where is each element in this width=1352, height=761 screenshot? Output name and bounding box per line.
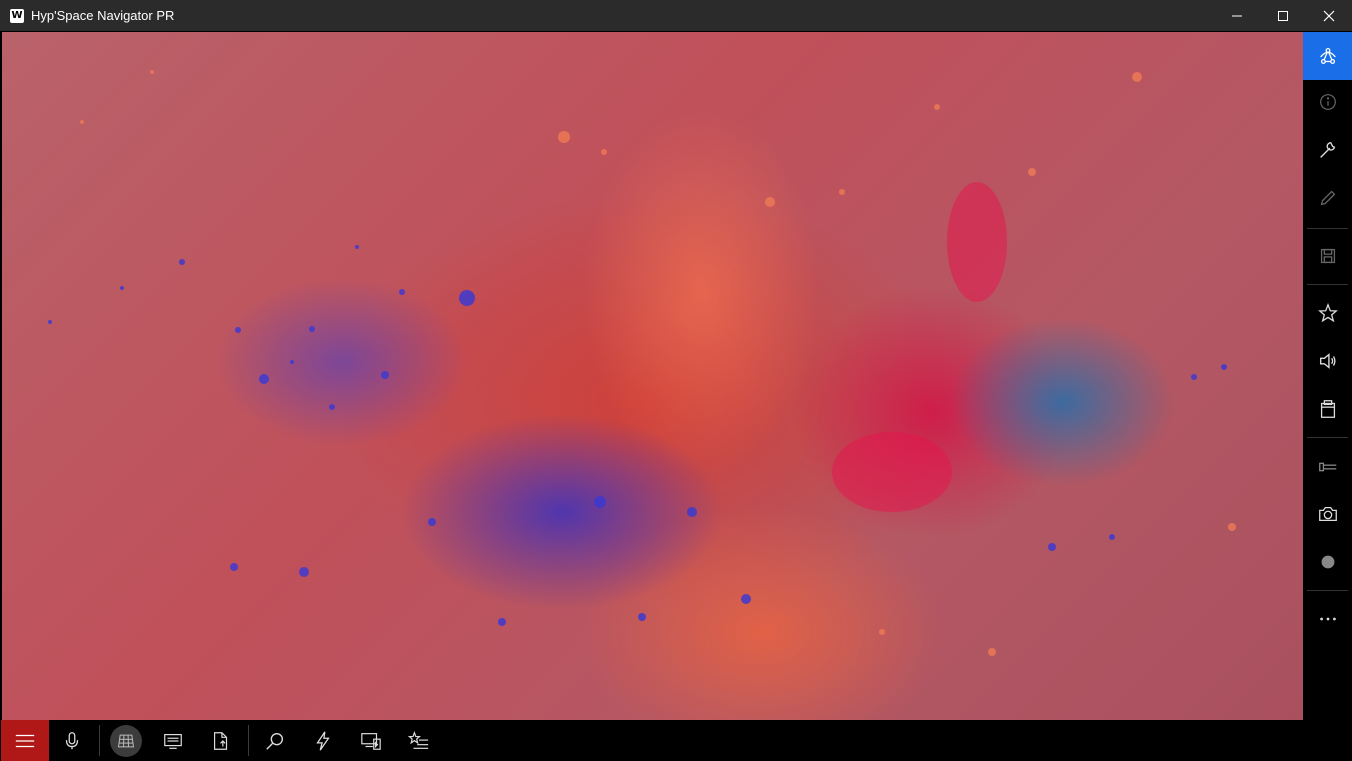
microphone-button[interactable] — [48, 720, 96, 761]
toolbar-separator — [248, 725, 249, 756]
sidebar-separator — [1307, 437, 1348, 438]
wrench-button[interactable] — [1303, 126, 1352, 174]
info-button[interactable] — [1303, 78, 1352, 126]
maximize-button[interactable] — [1260, 0, 1306, 31]
favorites-list-icon — [408, 730, 429, 749]
bottom-toolbar — [0, 720, 1352, 761]
toolbar-separator — [99, 725, 100, 756]
devices-button[interactable] — [347, 720, 395, 761]
minimize-button[interactable] — [1214, 0, 1260, 31]
search-button[interactable] — [251, 720, 299, 761]
hamburger-menu-icon — [15, 734, 35, 747]
window-title: Hyp'Space Navigator PR — [31, 8, 175, 23]
record-button[interactable] — [1303, 538, 1352, 586]
record-icon — [1321, 555, 1334, 569]
close-icon — [1323, 10, 1335, 21]
volume-icon — [1319, 353, 1336, 369]
lightning-button[interactable] — [299, 720, 347, 761]
app-logo: W — [10, 8, 24, 23]
powder-explosion-image — [48, 70, 1236, 656]
title-bar: W Hyp'Space Navigator PR — [0, 0, 1352, 31]
keyboard-icon — [164, 733, 182, 749]
favorites-list-button[interactable] — [395, 720, 443, 761]
network-button[interactable] — [1303, 32, 1352, 80]
remote-desktop-canvas[interactable] — [2, 32, 1303, 720]
clipboard-button[interactable] — [1303, 385, 1352, 433]
devices-icon — [361, 732, 381, 750]
more-button[interactable] — [1303, 595, 1352, 643]
more-icon — [1319, 617, 1336, 621]
clipboard-icon — [1320, 400, 1335, 418]
close-button[interactable] — [1306, 0, 1352, 31]
volume-button[interactable] — [1303, 337, 1352, 385]
slider-icon — [1318, 462, 1336, 472]
wrench-icon — [1319, 141, 1335, 158]
favorite-button[interactable] — [1303, 289, 1352, 337]
sidebar-separator — [1307, 590, 1348, 591]
star-icon — [1317, 302, 1338, 323]
search-icon — [266, 732, 284, 750]
grid-icon — [117, 734, 135, 747]
window-controls — [1214, 0, 1352, 31]
pencil-icon — [1320, 190, 1335, 206]
lightning-icon — [316, 730, 330, 751]
slider-button[interactable] — [1303, 443, 1352, 491]
share-file-button[interactable] — [197, 720, 245, 761]
screenshot-button[interactable] — [1303, 490, 1352, 538]
sidebar-separator — [1307, 284, 1348, 285]
keyboard-button[interactable] — [149, 720, 197, 761]
microphone-icon — [65, 731, 79, 749]
pencil-button[interactable] — [1303, 174, 1352, 222]
minimize-icon — [1232, 15, 1242, 16]
grid-button[interactable] — [102, 720, 150, 761]
info-icon — [1319, 94, 1336, 110]
camera-icon — [1318, 506, 1337, 522]
grid-selected-bg — [110, 724, 142, 757]
save-button[interactable] — [1303, 232, 1352, 280]
right-sidebar — [1303, 32, 1352, 720]
network-icon — [1319, 48, 1336, 64]
menu-button[interactable] — [1, 720, 49, 761]
sidebar-separator — [1307, 228, 1348, 229]
save-icon — [1320, 248, 1335, 264]
maximize-icon — [1278, 10, 1288, 21]
share-file-icon — [213, 731, 228, 750]
